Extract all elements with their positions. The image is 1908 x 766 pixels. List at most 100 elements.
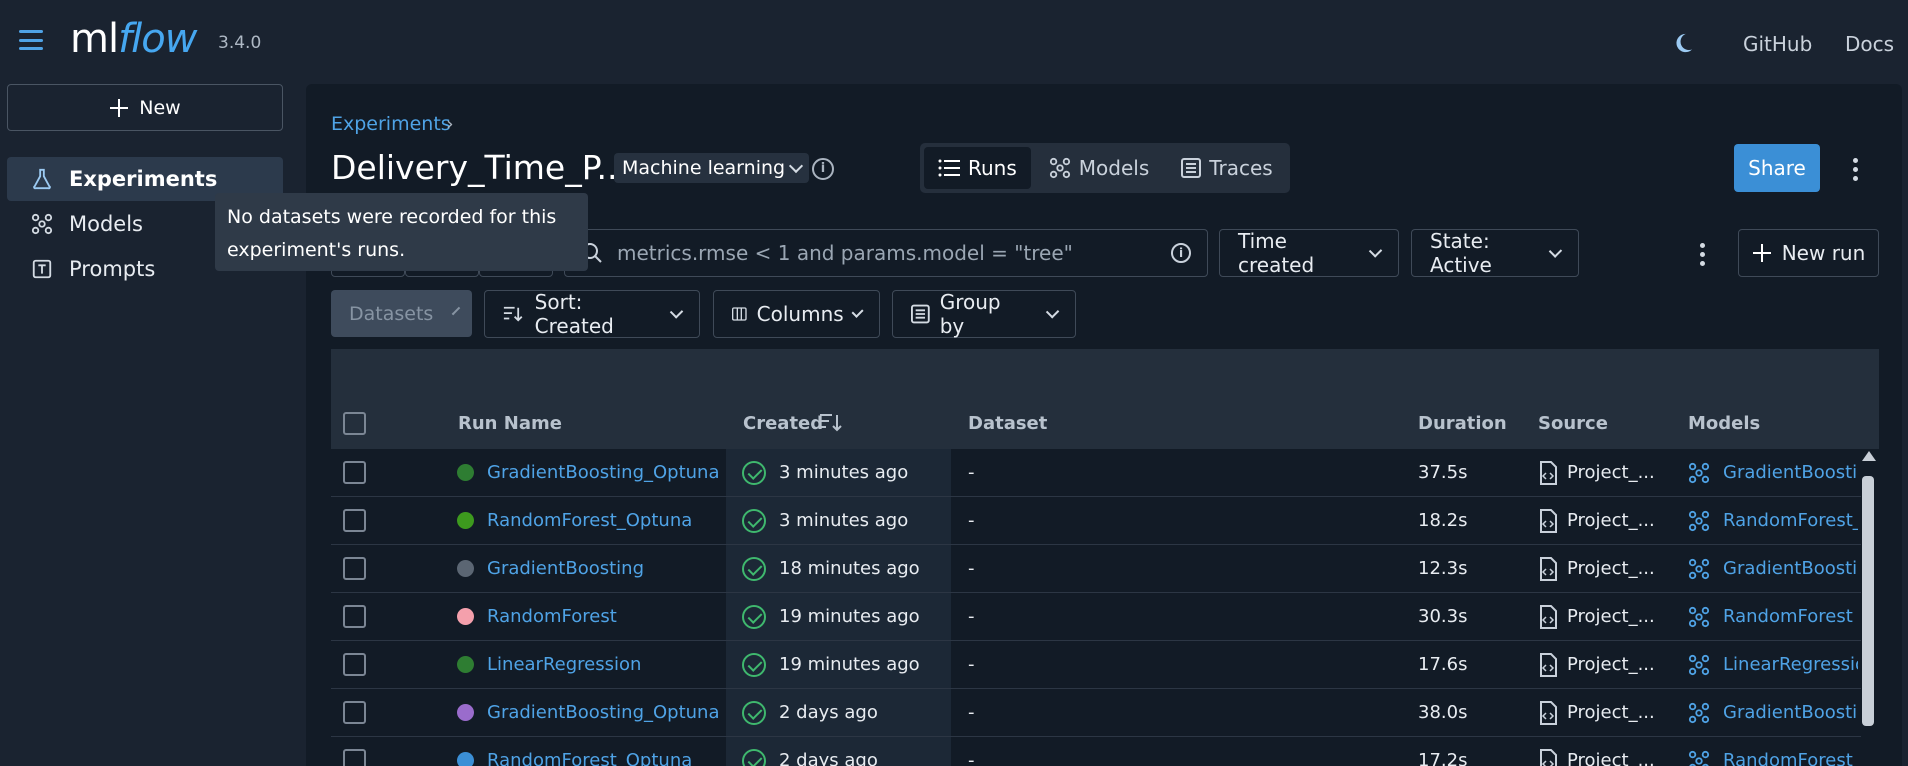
run-color-dot[interactable] xyxy=(457,512,474,529)
run-color-dot[interactable] xyxy=(457,752,474,766)
new-button[interactable]: New xyxy=(7,84,283,131)
column-header-created[interactable]: Created xyxy=(743,413,823,434)
columns-dropdown[interactable]: Columns xyxy=(713,290,880,338)
top-bar: mlflow 3.4.0 GitHub Docs xyxy=(0,0,1908,84)
models-icon xyxy=(1688,558,1710,580)
models-icon xyxy=(1049,157,1070,179)
select-all-checkbox[interactable] xyxy=(343,412,366,435)
duration-cell: 18.2s xyxy=(1418,510,1468,531)
notebook-icon xyxy=(1540,701,1557,725)
experiment-type-dropdown[interactable]: Machine learning xyxy=(614,153,810,183)
github-link[interactable]: GitHub xyxy=(1743,32,1812,56)
breadcrumb-experiments[interactable]: Experiments xyxy=(331,113,451,135)
row-checkbox[interactable] xyxy=(343,701,366,724)
new-run-button[interactable]: New run xyxy=(1738,229,1879,277)
run-name-link[interactable]: RandomForest_Optuna xyxy=(487,510,692,531)
traces-icon xyxy=(1181,158,1202,178)
source-cell[interactable]: Project_... xyxy=(1567,558,1655,579)
run-color-dot[interactable] xyxy=(457,560,474,577)
row-checkbox[interactable] xyxy=(343,605,366,628)
sort-label: Sort: Created xyxy=(534,290,614,338)
sort-icon xyxy=(503,306,523,322)
created-cell: 18 minutes ago xyxy=(779,558,920,579)
run-color-dot[interactable] xyxy=(457,704,474,721)
datasets-dropdown[interactable]: Datasets xyxy=(331,290,472,337)
run-name-link[interactable]: RandomForest xyxy=(487,606,617,627)
run-name-link[interactable]: GradientBoosting_Optuna xyxy=(487,702,720,723)
created-cell: 3 minutes ago xyxy=(779,510,909,531)
run-color-dot[interactable] xyxy=(457,656,474,673)
group-by-dropdown[interactable]: Group by xyxy=(892,290,1076,338)
row-checkbox[interactable] xyxy=(343,461,366,484)
row-checkbox[interactable] xyxy=(343,557,366,580)
model-link[interactable]: RandomForest_O xyxy=(1723,510,1858,531)
state-dropdown[interactable]: State: Active xyxy=(1411,229,1579,277)
run-name-link[interactable]: RandomForest_Optuna xyxy=(487,750,692,766)
status-success-icon xyxy=(742,653,766,677)
status-success-icon xyxy=(742,509,766,533)
notebook-icon xyxy=(1540,509,1557,533)
run-color-dot[interactable] xyxy=(457,464,474,481)
notebook-icon xyxy=(1540,557,1557,581)
sidebar-item-label: Models xyxy=(69,212,143,236)
column-header-run-name[interactable]: Run Name xyxy=(458,413,562,434)
model-link[interactable]: LinearRegression xyxy=(1723,654,1858,675)
dataset-cell: - xyxy=(968,462,975,483)
created-cell: 19 minutes ago xyxy=(779,606,920,627)
run-name-link[interactable]: LinearRegression xyxy=(487,654,641,675)
mlflow-logo[interactable]: mlflow xyxy=(70,16,197,62)
models-icon xyxy=(31,213,53,235)
tab-traces[interactable]: Traces xyxy=(1167,147,1286,189)
model-link[interactable]: RandomForest_O xyxy=(1723,750,1858,766)
share-button[interactable]: Share xyxy=(1734,144,1820,192)
sort-desc-icon[interactable] xyxy=(819,412,843,434)
row-checkbox[interactable] xyxy=(343,653,366,676)
tab-models[interactable]: Models xyxy=(1035,147,1163,189)
source-cell[interactable]: Project_... xyxy=(1567,462,1655,483)
models-icon xyxy=(1688,750,1710,766)
created-cell: 2 days ago xyxy=(779,750,878,766)
scroll-up-icon[interactable] xyxy=(1862,451,1876,461)
tab-runs[interactable]: Runs xyxy=(924,147,1031,189)
dataset-cell: - xyxy=(968,702,975,723)
run-name-link[interactable]: GradientBoosting xyxy=(487,558,644,579)
list-icon xyxy=(938,159,960,177)
source-cell[interactable]: Project_... xyxy=(1567,750,1655,766)
source-cell[interactable]: Project_... xyxy=(1567,654,1655,675)
model-link[interactable]: GradientBoosting xyxy=(1723,702,1858,723)
row-checkbox[interactable] xyxy=(343,509,366,532)
sort-dropdown[interactable]: Sort: Created xyxy=(484,290,700,338)
models-icon xyxy=(1688,702,1710,724)
models-icon xyxy=(1688,606,1710,628)
column-header-source[interactable]: Source xyxy=(1538,413,1608,434)
more-actions-icon[interactable] xyxy=(1698,243,1706,266)
time-created-label: Time created xyxy=(1238,229,1315,277)
moon-icon[interactable] xyxy=(1672,32,1694,54)
source-cell[interactable]: Project_... xyxy=(1567,702,1655,723)
info-icon[interactable]: i xyxy=(1171,243,1191,263)
plus-icon xyxy=(110,98,129,117)
sidebar-item-label: Experiments xyxy=(69,167,218,191)
menu-icon[interactable] xyxy=(19,30,43,50)
dataset-cell: - xyxy=(968,654,975,675)
duration-cell: 38.0s xyxy=(1418,702,1468,723)
source-cell[interactable]: Project_... xyxy=(1567,510,1655,531)
search-input[interactable]: metrics.rmse < 1 and params.model = "tre… xyxy=(564,229,1208,277)
column-header-dataset[interactable]: Dataset xyxy=(968,413,1047,434)
source-cell[interactable]: Project_... xyxy=(1567,606,1655,627)
created-cell: 3 minutes ago xyxy=(779,462,909,483)
scrollbar-thumb[interactable] xyxy=(1862,476,1874,726)
notebook-icon xyxy=(1540,749,1557,766)
time-created-dropdown[interactable]: Time created xyxy=(1219,229,1399,277)
column-header-duration[interactable]: Duration xyxy=(1418,413,1507,434)
info-icon[interactable]: i xyxy=(812,158,834,180)
model-link[interactable]: GradientBoosting xyxy=(1723,462,1858,483)
more-options-icon[interactable] xyxy=(1851,158,1859,181)
column-header-models[interactable]: Models xyxy=(1688,413,1760,434)
docs-link[interactable]: Docs xyxy=(1845,32,1894,56)
row-checkbox[interactable] xyxy=(343,749,366,766)
model-link[interactable]: RandomForest xyxy=(1723,606,1858,627)
run-name-link[interactable]: GradientBoosting_Optuna xyxy=(487,462,720,483)
model-link[interactable]: GradientBoosting xyxy=(1723,558,1858,579)
run-color-dot[interactable] xyxy=(457,608,474,625)
